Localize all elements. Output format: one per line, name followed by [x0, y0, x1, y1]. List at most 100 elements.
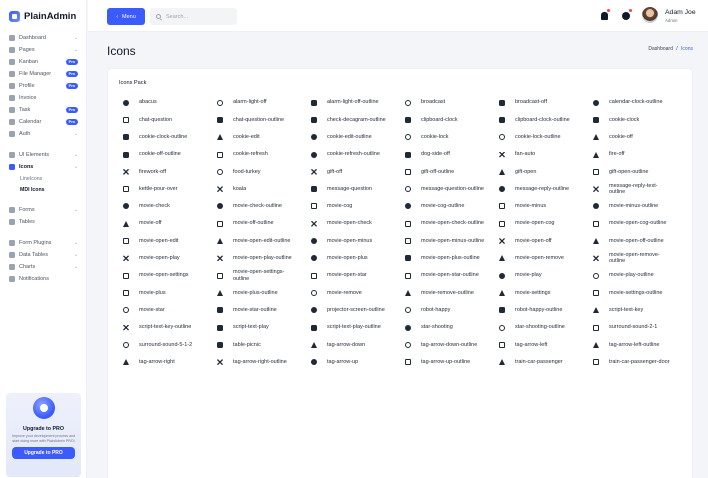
icon-item[interactable]: movie-open-minus-outline — [404, 232, 498, 249]
bell-icon[interactable] — [601, 12, 608, 20]
icon-item[interactable]: movie-star — [122, 302, 216, 319]
icon-item[interactable]: movie-open-cog-outline — [592, 215, 686, 232]
icon-item[interactable]: surround-sound-5-1-2 — [122, 336, 216, 353]
sidebar-item-notifications[interactable]: Notifications — [0, 273, 86, 285]
icon-item[interactable]: movie-play — [498, 267, 592, 284]
icon-item[interactable]: clipboard-clock — [404, 111, 498, 128]
icon-item[interactable]: script-text-key-outline — [122, 319, 216, 336]
icon-item[interactable]: movie-open-off — [498, 232, 592, 249]
icon-item[interactable]: movie-settings — [498, 284, 592, 301]
icon-item[interactable]: cookie-lock-outline — [498, 129, 592, 146]
icon-item[interactable]: movie-open-play — [122, 250, 216, 267]
icon-item[interactable]: movie-open-edit-outline — [216, 232, 310, 249]
icon-item[interactable]: tag-arrow-right — [122, 353, 216, 370]
icon-item[interactable]: movie-settings-outline — [592, 284, 686, 301]
icon-item[interactable]: alarm-light-off-outline — [310, 94, 404, 111]
icon-item[interactable]: movie-open-plus — [310, 250, 404, 267]
icon-item[interactable]: fire-off — [592, 146, 686, 163]
icon-item[interactable]: abacus — [122, 94, 216, 111]
icon-item[interactable]: projector-screen-outline — [310, 302, 404, 319]
sidebar-item-icons[interactable]: Icons ⌄ — [0, 161, 86, 173]
icon-item[interactable]: message-question-outline — [404, 180, 498, 197]
sidebar-item-form-plugins[interactable]: Form Plugins ⌄ — [0, 237, 86, 249]
icon-item[interactable]: gift-off — [310, 163, 404, 180]
icon-item[interactable]: movie-open-plus-outline — [404, 250, 498, 267]
icon-item[interactable]: movie-open-check-outline — [404, 215, 498, 232]
icon-item[interactable]: movie-open-remove-outline — [592, 250, 686, 267]
icon-item[interactable]: message-question — [310, 180, 404, 197]
icon-item[interactable]: broadcast-off — [498, 94, 592, 111]
icon-item[interactable]: movie-open-check — [310, 215, 404, 232]
icon-item[interactable]: check-decagram-outline — [310, 111, 404, 128]
icon-item[interactable]: movie-cog-outline — [404, 198, 498, 215]
icon-item[interactable]: kettle-pour-over — [122, 180, 216, 197]
icon-item[interactable]: movie-minus-outline — [592, 198, 686, 215]
icon-item[interactable]: script-text-play-outline — [310, 319, 404, 336]
sidebar-item-ui-elements[interactable]: UI Elements ⌄ — [0, 149, 86, 161]
icon-item[interactable]: movie-plus-outline — [216, 284, 310, 301]
icon-item[interactable]: movie-open-edit — [122, 232, 216, 249]
icon-item[interactable]: broadcast — [404, 94, 498, 111]
icon-item[interactable]: calendar-clock-outline — [592, 94, 686, 111]
search-input[interactable] — [166, 13, 236, 20]
icon-item[interactable]: script-text-play — [216, 319, 310, 336]
sidebar-item-charts[interactable]: Charts ⌄ — [0, 261, 86, 273]
icon-item[interactable]: chat-question — [122, 111, 216, 128]
icon-item[interactable]: movie-off-outline — [216, 215, 310, 232]
icon-item[interactable]: movie-open-star — [310, 267, 404, 284]
brand-logo[interactable]: PlainAdmin — [0, 0, 86, 32]
icon-item[interactable]: movie-minus — [498, 198, 592, 215]
search-box[interactable] — [150, 8, 237, 25]
icon-item[interactable]: cookie-clock — [592, 111, 686, 128]
icon-item[interactable]: robot-happy — [404, 302, 498, 319]
icon-item[interactable]: gift-open — [498, 163, 592, 180]
icon-item[interactable]: message-reply-outline — [498, 180, 592, 197]
icon-item[interactable]: movie-open-settings-outline — [216, 267, 310, 284]
menu-toggle-button[interactable]: ‹ Menu — [107, 8, 145, 25]
icon-item[interactable]: surround-sound-2-1 — [592, 319, 686, 336]
sidebar-item-forms[interactable]: Forms ⌄ — [0, 204, 86, 216]
icon-item[interactable]: robot-happy-outline — [498, 302, 592, 319]
icon-item[interactable]: cookie-edit-outline — [310, 129, 404, 146]
sidebar-item-calendar[interactable]: Calendar Pro — [0, 116, 86, 128]
icon-item[interactable]: star-shooting — [404, 319, 498, 336]
sidebar-subitem-lineicons[interactable]: LineIcons — [0, 173, 86, 184]
sidebar-subitem-mdi-icons[interactable]: MDI Icons — [0, 184, 86, 195]
icon-item[interactable]: chat-question-outline — [216, 111, 310, 128]
icon-item[interactable]: movie-star-outline — [216, 302, 310, 319]
icon-item[interactable]: koala — [216, 180, 310, 197]
icon-item[interactable]: cookie-off-outline — [122, 146, 216, 163]
icon-item[interactable]: gift-off-outline — [404, 163, 498, 180]
icon-item[interactable]: cookie-lock — [404, 129, 498, 146]
icon-item[interactable]: tag-arrow-left — [498, 336, 592, 353]
icon-item[interactable]: tag-arrow-right-outline — [216, 353, 310, 370]
icon-item[interactable]: train-car-passenger — [498, 353, 592, 370]
icon-item[interactable]: movie-cog — [310, 198, 404, 215]
icon-item[interactable]: movie-open-star-outline — [404, 267, 498, 284]
sidebar-item-data-tables[interactable]: Data Tables ⌄ — [0, 249, 86, 261]
icon-item[interactable]: movie-open-settings — [122, 267, 216, 284]
icon-item[interactable]: movie-open-cog — [498, 215, 592, 232]
user-name[interactable]: Adam Joe — [665, 9, 696, 16]
sidebar-item-invoice[interactable]: Invoice — [0, 92, 86, 104]
icon-item[interactable]: gift-open-outline — [592, 163, 686, 180]
icon-item[interactable]: movie-open-minus — [310, 232, 404, 249]
icon-item[interactable]: movie-open-remove — [498, 250, 592, 267]
icon-item[interactable]: clipboard-clock-outline — [498, 111, 592, 128]
icon-item[interactable]: tag-arrow-up — [310, 353, 404, 370]
icon-item[interactable]: script-text-key — [592, 302, 686, 319]
avatar[interactable] — [642, 7, 658, 23]
icon-item[interactable]: message-reply-text-outline — [592, 180, 686, 197]
sidebar-item-kanban[interactable]: Kanban Pro — [0, 56, 86, 68]
sidebar-item-tables[interactable]: Tables — [0, 216, 86, 228]
sidebar-item-pages[interactable]: Pages ⌄ — [0, 44, 86, 56]
icon-item[interactable]: movie-open-off-outline — [592, 232, 686, 249]
sidebar-item-task[interactable]: Task Pro — [0, 104, 86, 116]
sidebar-item-profile[interactable]: Profile Pro — [0, 80, 86, 92]
icon-item[interactable]: food-turkey — [216, 163, 310, 180]
sidebar-item-dashboard[interactable]: Dashboard ⌄ — [0, 32, 86, 44]
icon-item[interactable]: movie-open-play-outline — [216, 250, 310, 267]
breadcrumb-home[interactable]: Dashboard — [648, 46, 672, 52]
icon-item[interactable]: movie-plus — [122, 284, 216, 301]
icon-item[interactable]: train-car-passenger-door — [592, 353, 686, 370]
